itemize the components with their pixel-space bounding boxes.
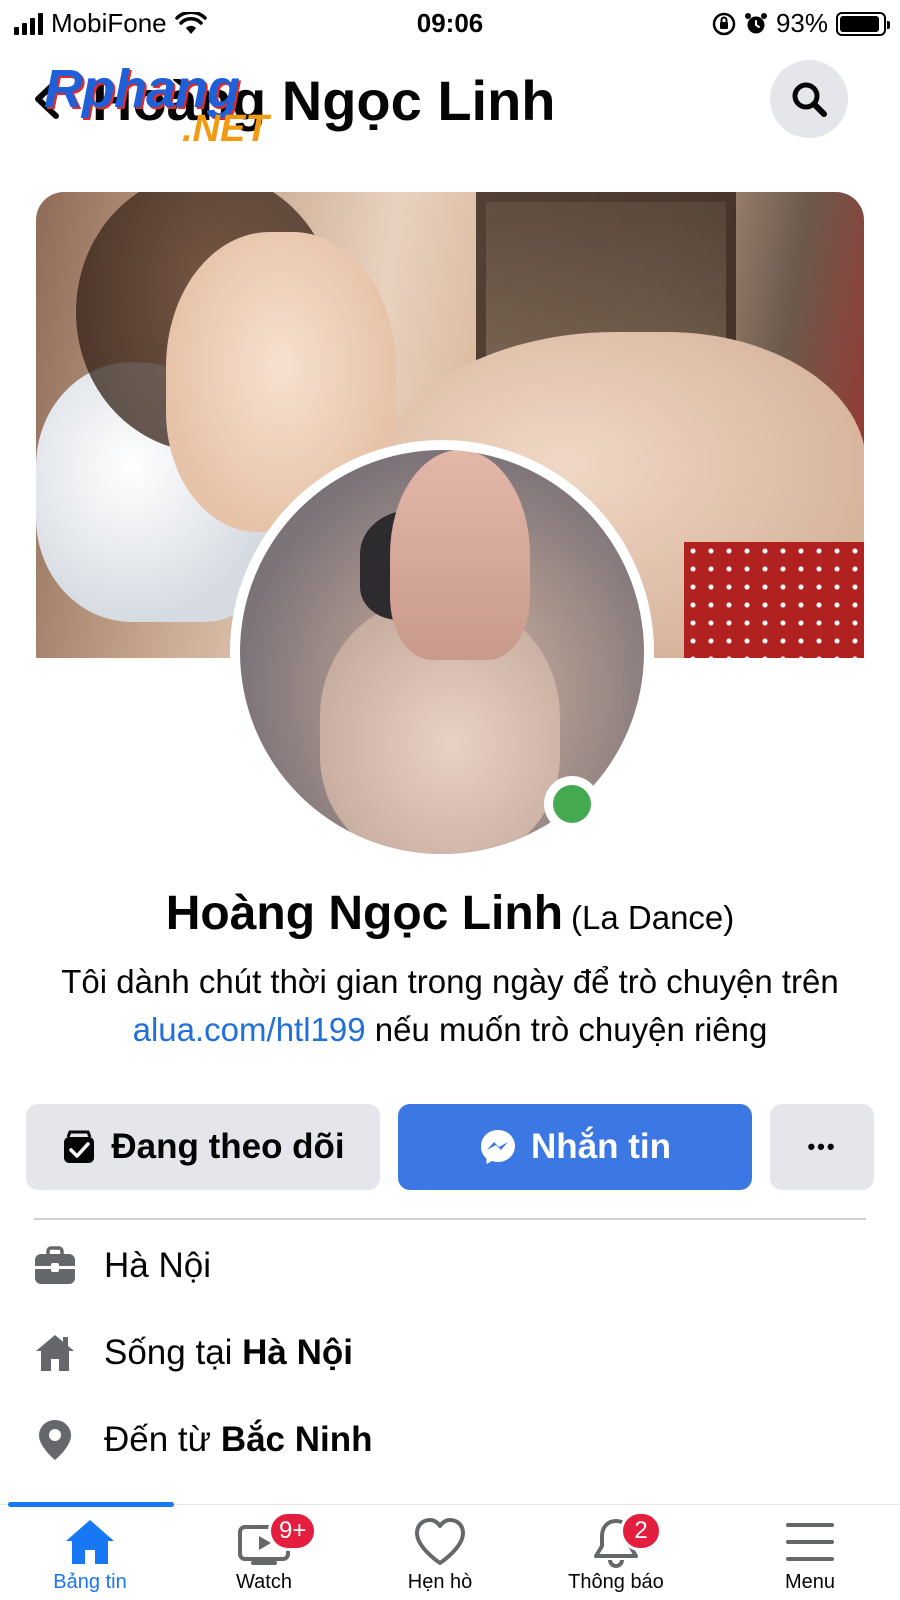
heart-icon: [410, 1515, 470, 1569]
info-lives-in-place[interactable]: Hà Nội: [242, 1333, 353, 1372]
search-icon: [792, 82, 827, 117]
following-button[interactable]: Đang theo dõi: [26, 1104, 380, 1190]
section-divider: [34, 1218, 866, 1220]
watermark-sub: .NET: [182, 108, 269, 150]
briefcase-icon: [34, 1245, 76, 1287]
home-icon: [34, 1332, 76, 1374]
bottom-tab-bar: Bảng tin 9+ Watch Hẹn hò 2 Thông báo Men…: [0, 1502, 900, 1600]
following-check-icon: [64, 1130, 95, 1163]
avatar-hair: [390, 450, 530, 660]
following-label: Đang theo dõi: [111, 1127, 345, 1166]
profile-name-row: Hoàng Ngọc Linh (La Dance): [0, 886, 900, 941]
battery-icon: [836, 11, 890, 36]
info-lives-in-text: Sống tại Hà Nội: [104, 1333, 353, 1373]
info-from-prefix: Đến từ: [104, 1420, 221, 1459]
tab-label: Watch: [236, 1571, 292, 1593]
watermark-logo: Rphang .NET: [44, 58, 324, 158]
location-pin-icon: [34, 1419, 76, 1461]
tab-label: Bảng tin: [53, 1571, 127, 1593]
status-right: 93%: [712, 8, 890, 39]
home-icon: [60, 1515, 120, 1569]
rotation-lock-icon: [712, 12, 736, 35]
cover-blanket: [684, 542, 864, 658]
watch-badge: 9+: [268, 1511, 318, 1551]
watch-icon: 9+: [234, 1511, 318, 1569]
alarm-icon: [744, 12, 767, 33]
bell-icon: 2: [586, 1511, 662, 1569]
info-lives-in-prefix: Sống tại: [104, 1333, 243, 1372]
tab-watch[interactable]: 9+ Watch: [174, 1505, 354, 1600]
messenger-icon: [481, 1130, 515, 1164]
profile-actions: Đang theo dõi Nhắn tin •••: [26, 1104, 874, 1190]
tab-label: Menu: [784, 1571, 836, 1593]
tab-dating[interactable]: Hẹn hò: [350, 1505, 530, 1600]
profile-alt-name: (La Dance): [571, 899, 735, 936]
more-icon: •••: [807, 1134, 837, 1159]
info-item-work: Hà Nội: [34, 1236, 211, 1296]
tab-news-feed[interactable]: Bảng tin: [0, 1505, 180, 1600]
message-label: Nhắn tin: [531, 1127, 671, 1166]
info-from-text: Đến từ Bắc Ninh: [104, 1420, 373, 1460]
notifications-badge: 2: [620, 1511, 662, 1551]
online-status-indicator: [544, 776, 600, 832]
tab-notifications[interactable]: 2 Thông báo: [526, 1505, 706, 1600]
info-item-lives-in: Sống tại Hà Nội: [34, 1323, 353, 1383]
tab-menu[interactable]: Menu: [720, 1505, 900, 1600]
online-dot: [553, 785, 591, 823]
menu-icon: [780, 1515, 840, 1569]
bio-link[interactable]: alua.com/htl199: [133, 1011, 366, 1048]
battery-percent: 93%: [775, 8, 828, 38]
tab-label: Hẹn hò: [407, 1571, 473, 1593]
more-options-button[interactable]: •••: [770, 1104, 874, 1190]
battery-fill: [840, 15, 880, 32]
profile-bio: Tôi dành chút thời gian trong ngày để tr…: [30, 958, 870, 1054]
status-bar: MobiFone 09:06 93%: [0, 0, 900, 46]
bio-text-suffix: nếu muốn trò chuyện riêng: [365, 1011, 768, 1048]
info-work-text: Hà Nội: [104, 1246, 211, 1285]
profile-header: Hoàng Ngọc Linh Rphang .NET: [0, 46, 900, 166]
info-from-place[interactable]: Bắc Ninh: [221, 1420, 373, 1459]
info-item-from: Đến từ Bắc Ninh: [34, 1410, 373, 1470]
profile-name: Hoàng Ngọc Linh: [165, 887, 564, 940]
search-button[interactable]: [770, 60, 848, 138]
tab-label: Thông báo: [568, 1571, 664, 1593]
bio-text-prefix: Tôi dành chút thời gian trong ngày để tr…: [61, 963, 839, 1000]
message-button[interactable]: Nhắn tin: [398, 1104, 752, 1190]
